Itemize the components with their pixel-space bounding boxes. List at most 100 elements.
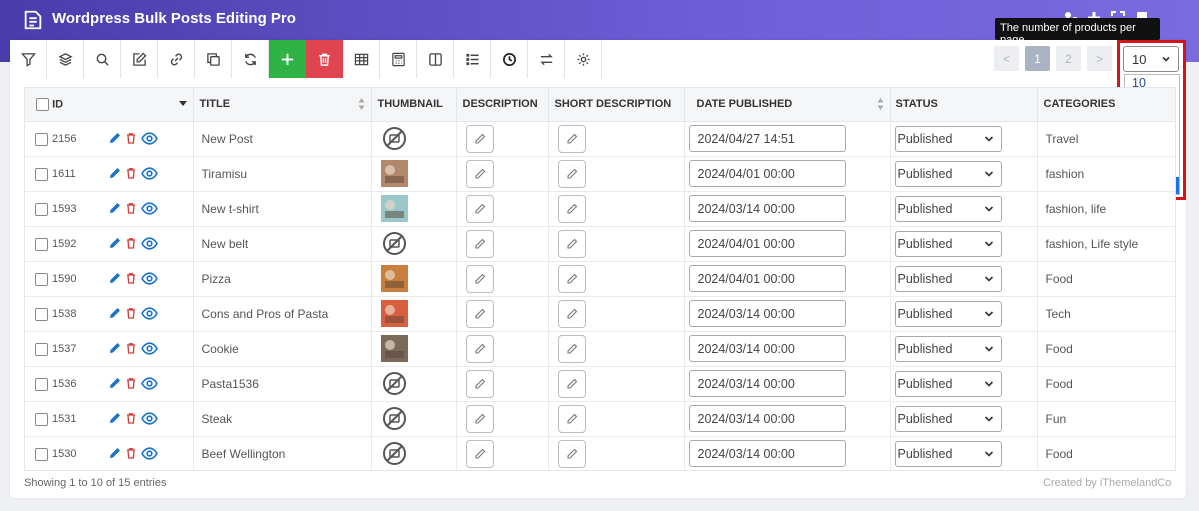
date-published-input[interactable]: 2024/03/14 00:00 [688, 440, 846, 467]
thumbnail-image[interactable] [380, 160, 408, 187]
view-eye-icon[interactable] [141, 376, 158, 390]
layers-button[interactable] [47, 40, 84, 78]
thumbnail-image[interactable] [380, 335, 408, 362]
edit-short-description-button[interactable] [557, 124, 586, 153]
edit-description-button[interactable] [465, 299, 494, 328]
view-eye-icon[interactable] [141, 166, 158, 180]
thumbnail-cell[interactable] [371, 191, 457, 227]
view-eye-icon[interactable] [141, 271, 158, 285]
list-button[interactable] [454, 40, 491, 78]
title-cell[interactable]: Tiramisu [193, 156, 372, 192]
row-checkbox[interactable] [35, 132, 48, 146]
sort-icon[interactable] [358, 97, 365, 111]
next-page-button[interactable]: > [1087, 46, 1112, 71]
page-1-button[interactable]: 1 [1025, 46, 1050, 71]
column-header-date-published[interactable]: DATE PUBLISHED [684, 88, 891, 122]
title-cell[interactable]: Beef Wellington [193, 436, 372, 470]
bulk-edit-button[interactable] [121, 40, 158, 78]
row-checkbox[interactable] [35, 342, 48, 356]
link-button[interactable] [158, 40, 195, 78]
status-select[interactable]: Published [894, 405, 1002, 432]
delete-button[interactable] [306, 40, 343, 78]
table-row[interactable]: 1538 Cons and Pros of Pasta 2024/03/14 00:… [25, 296, 1175, 332]
thumbnail-image[interactable] [380, 300, 408, 327]
status-select[interactable]: Published [894, 195, 1002, 222]
filter-button[interactable] [10, 40, 47, 78]
thumbnail-cell[interactable] [371, 436, 457, 470]
column-header-id[interactable]: ID [25, 88, 194, 122]
thumbnail-cell[interactable] [371, 366, 457, 402]
edit-description-button[interactable] [465, 369, 494, 398]
title-cell[interactable]: New t-shirt [193, 191, 372, 227]
trash-icon[interactable] [125, 202, 137, 214]
title-cell[interactable]: Pasta1536 [193, 366, 372, 402]
edit-short-description-button[interactable] [557, 159, 586, 188]
title-cell[interactable]: Steak [193, 401, 372, 437]
table-row[interactable]: 1536 Pasta1536 2024/03/14 00:00 Published Fo… [25, 366, 1175, 402]
refresh-button[interactable] [232, 40, 269, 78]
row-checkbox[interactable] [35, 237, 48, 251]
table-row[interactable]: 1590 Pizza 2024/04/01 00:00 Published Food [25, 261, 1175, 297]
title-cell[interactable]: New Post [193, 121, 372, 157]
edit-pencil-icon[interactable] [109, 447, 121, 459]
settings-button[interactable] [565, 40, 602, 78]
status-select[interactable]: Published [894, 125, 1002, 152]
title-cell[interactable]: Pizza [193, 261, 372, 297]
thumbnail-image[interactable] [380, 265, 408, 292]
edit-short-description-button[interactable] [557, 439, 586, 468]
row-checkbox[interactable] [35, 377, 48, 391]
view-eye-icon[interactable] [141, 201, 158, 215]
edit-description-button[interactable] [465, 404, 494, 433]
columns-button[interactable] [417, 40, 454, 78]
categories-cell[interactable]: Food [1037, 366, 1175, 402]
status-select[interactable]: Published [894, 160, 1002, 187]
view-eye-icon[interactable] [141, 131, 158, 145]
trash-icon[interactable] [125, 377, 137, 389]
categories-cell[interactable]: Food [1037, 261, 1175, 297]
edit-pencil-icon[interactable] [109, 377, 121, 389]
trash-icon[interactable] [125, 132, 137, 144]
date-published-input[interactable]: 2024/04/01 00:00 [688, 265, 846, 292]
thumbnail-cell[interactable] [371, 226, 457, 262]
trash-icon[interactable] [125, 307, 137, 319]
edit-description-button[interactable] [465, 124, 494, 153]
table-row[interactable]: 1530 Beef Wellington 2024/03/14 00:00 Publi… [25, 436, 1175, 470]
row-checkbox[interactable] [35, 307, 48, 321]
edit-description-button[interactable] [465, 439, 494, 468]
select-all-checkbox[interactable] [36, 97, 49, 111]
edit-pencil-icon[interactable] [109, 237, 121, 249]
edit-pencil-icon[interactable] [109, 272, 121, 284]
edit-short-description-button[interactable] [557, 299, 586, 328]
table-row[interactable]: 1531 Steak 2024/03/14 00:00 Published Fun [25, 401, 1175, 437]
sort-icon[interactable] [877, 97, 884, 111]
title-cell[interactable]: Cons and Pros of Pasta [193, 296, 372, 332]
table-row[interactable]: 2156 New Post 2024/04/27 14:51 Published Tra… [25, 121, 1175, 157]
search-button[interactable] [84, 40, 121, 78]
trash-icon[interactable] [125, 167, 137, 179]
title-cell[interactable]: New belt [193, 226, 372, 262]
thumbnail-cell[interactable] [371, 401, 457, 437]
edit-description-button[interactable] [465, 264, 494, 293]
edit-short-description-button[interactable] [557, 404, 586, 433]
edit-pencil-icon[interactable] [109, 412, 121, 424]
status-select[interactable]: Published [894, 335, 1002, 362]
title-cell[interactable]: Cookie [193, 331, 372, 367]
edit-description-button[interactable] [465, 159, 494, 188]
status-select[interactable]: Published [894, 230, 1002, 257]
row-checkbox[interactable] [35, 412, 48, 426]
calculator-button[interactable] [380, 40, 417, 78]
history-button[interactable] [491, 40, 528, 78]
row-checkbox[interactable] [35, 167, 48, 181]
edit-short-description-button[interactable] [557, 264, 586, 293]
edit-short-description-button[interactable] [557, 194, 586, 223]
date-published-input[interactable]: 2024/04/01 00:00 [688, 160, 846, 187]
edit-pencil-icon[interactable] [109, 167, 121, 179]
table-row[interactable]: 1592 New belt 2024/04/01 00:00 Published fas… [25, 226, 1175, 262]
edit-description-button[interactable] [465, 334, 494, 363]
view-eye-icon[interactable] [141, 341, 158, 355]
categories-cell[interactable]: fashion, life [1037, 191, 1175, 227]
categories-cell[interactable]: Tech [1037, 296, 1175, 332]
column-header-title[interactable]: TITLE [193, 88, 372, 122]
page-2-button[interactable]: 2 [1056, 46, 1081, 71]
table-row[interactable]: 1611 Tiramisu 2024/04/01 00:00 Published fas… [25, 156, 1175, 192]
